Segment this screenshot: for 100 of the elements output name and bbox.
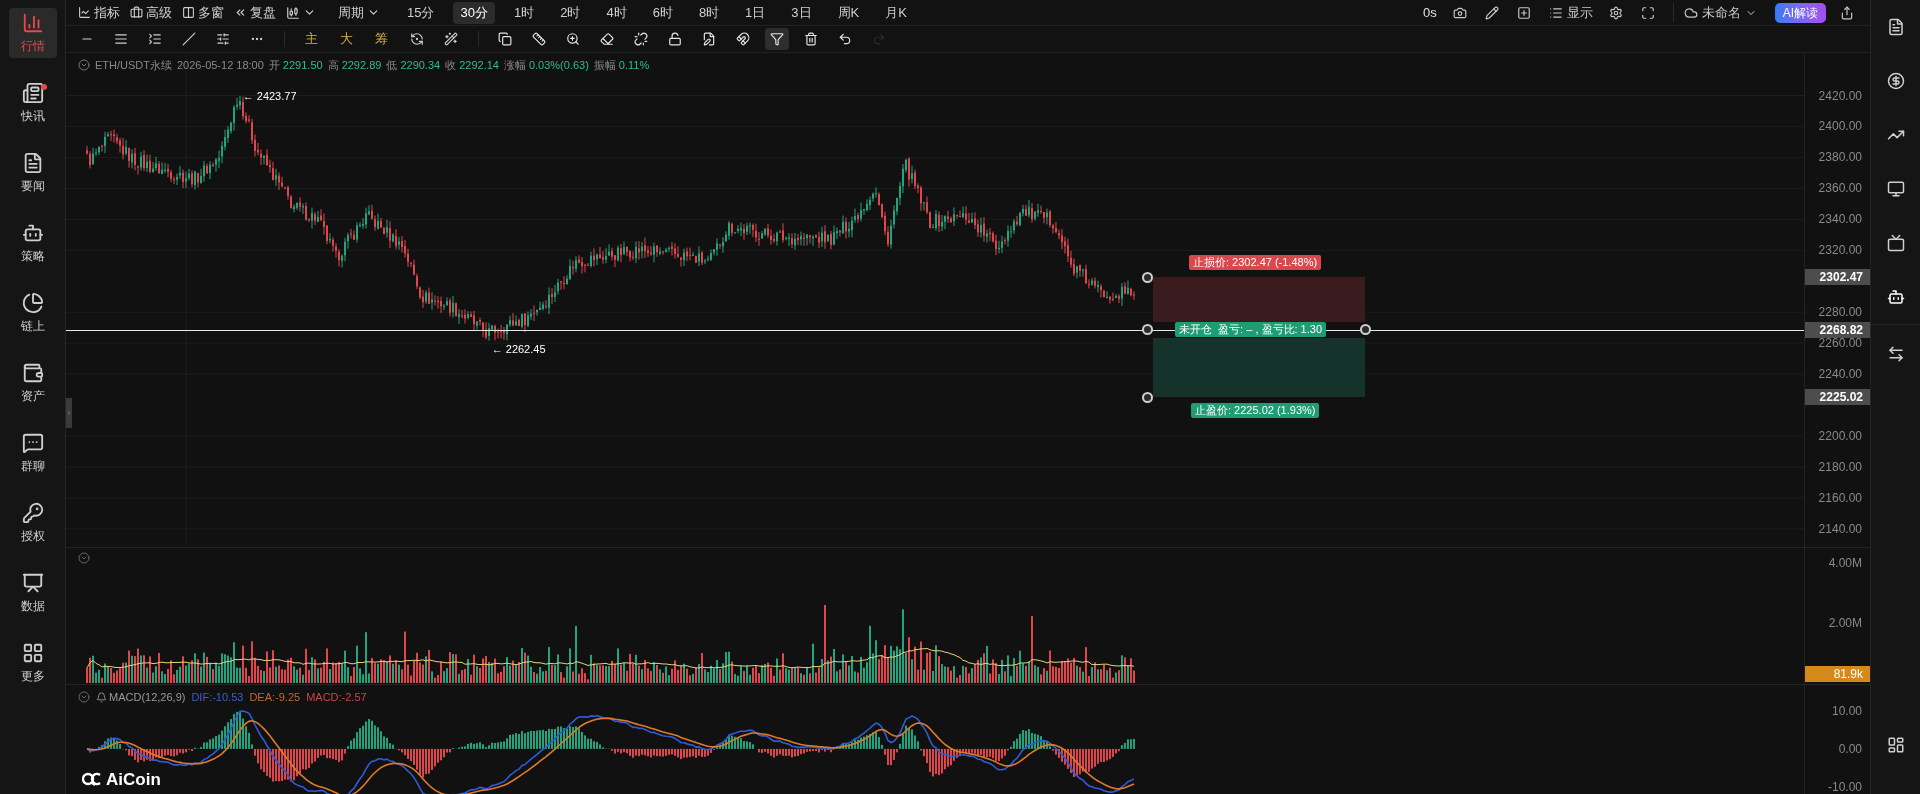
- presentation-icon: [21, 571, 44, 594]
- collapse-icon[interactable]: [78, 691, 90, 704]
- interval-tab[interactable]: 8时: [691, 1, 727, 24]
- share-icon[interactable]: [1840, 5, 1854, 20]
- volume-axis-label: 2.00M: [1828, 616, 1862, 630]
- ohlc-value: 0.03%(0.63): [528, 58, 589, 73]
- interval-tab[interactable]: 月K: [878, 1, 914, 24]
- ohlc-value: 2291.50: [282, 58, 323, 73]
- indicator-toggle[interactable]: 筹: [375, 29, 388, 49]
- entry-price-line[interactable]: [66, 329, 1804, 331]
- diagonal-line-icon[interactable]: [182, 32, 196, 46]
- interval-tab[interactable]: 4时: [599, 1, 634, 24]
- price-axis-label: 2360.00: [1818, 181, 1862, 196]
- stop-loss-label: 止损价: 2302.47 (-1.48%): [1189, 255, 1322, 271]
- drag-handle[interactable]: [1359, 324, 1371, 335]
- interval-tab[interactable]: 1时: [506, 1, 542, 24]
- display-button[interactable]: 显示: [1548, 2, 1593, 23]
- grid-icon: [21, 641, 44, 664]
- robot-icon[interactable]: [1886, 288, 1905, 306]
- interval-tab[interactable]: 周K: [830, 1, 867, 24]
- sidebar-item[interactable]: 资产: [8, 358, 57, 408]
- macd-value: MACD:-2.57: [306, 690, 367, 705]
- ohlc-label: 收: [445, 58, 457, 73]
- copy-icon: [498, 32, 512, 46]
- ohlc-label: 高: [327, 58, 339, 73]
- ohlc-label: 低: [386, 58, 398, 73]
- sidebar-item[interactable]: 行情: [8, 8, 57, 58]
- collapse-icon[interactable]: [78, 552, 90, 564]
- sidebar-item[interactable]: 快讯: [8, 78, 57, 128]
- sidebar-item[interactable]: 授权: [8, 498, 57, 548]
- price-axis-label: 2280.00: [1818, 305, 1862, 320]
- menu-button[interactable]: 多窗: [182, 2, 224, 23]
- drag-handle[interactable]: [1141, 271, 1153, 283]
- wand-icon[interactable]: [444, 32, 458, 46]
- chart-type-dropdown[interactable]: [286, 5, 316, 20]
- briefcase-icon: [130, 6, 143, 19]
- list-icon[interactable]: [148, 32, 162, 46]
- unlink-icon: [634, 32, 648, 46]
- settings-icon[interactable]: [1608, 5, 1623, 20]
- layout-icon[interactable]: [1886, 736, 1905, 754]
- ohlc-label: 涨幅: [503, 58, 526, 73]
- menu-button[interactable]: 指标: [78, 2, 120, 23]
- add-square-icon[interactable]: [1516, 5, 1531, 20]
- take-profit-label: 止盈价: 2225.02 (1.93%): [1191, 403, 1320, 419]
- document-icon[interactable]: [1886, 18, 1905, 36]
- wallet-icon: [21, 361, 44, 384]
- bell-icon[interactable]: [96, 691, 107, 703]
- interval-tab[interactable]: 3日: [784, 1, 819, 24]
- menu-button[interactable]: 高级: [130, 2, 172, 23]
- refresh-square-icon[interactable]: [410, 32, 424, 46]
- collapse-icon[interactable]: [78, 59, 90, 72]
- drag-handle[interactable]: [1141, 391, 1153, 403]
- menu-button[interactable]: 复盘: [234, 2, 276, 23]
- price-axis-label: 2180.00: [1818, 460, 1862, 474]
- price-axis-label: 2240.00: [1818, 367, 1862, 382]
- price-tag: 2225.02: [1805, 389, 1870, 406]
- macd-axis-label: 0.00: [1838, 742, 1862, 756]
- ai-button[interactable]: AI解读: [1774, 2, 1826, 23]
- volume-tag: 81.9k: [1805, 666, 1870, 682]
- dollar-icon[interactable]: [1886, 72, 1905, 90]
- interval-tab[interactable]: 30分: [453, 1, 495, 24]
- dea-value: DEA:-9.25: [249, 690, 301, 705]
- screen-icon[interactable]: [1886, 234, 1905, 252]
- fullscreen-icon[interactable]: [1640, 5, 1655, 20]
- camera-icon[interactable]: [1452, 5, 1467, 20]
- high-price-label: ← 2423.77: [242, 89, 297, 105]
- indicator-toggle[interactable]: 大: [340, 29, 353, 49]
- interval-tab[interactable]: 6时: [645, 1, 680, 24]
- time-label: 2026-05-12 18:00: [177, 58, 264, 73]
- price-tag: 2268.82: [1805, 321, 1870, 338]
- macd-axis-label: -10.00: [1827, 780, 1862, 794]
- chat-icon: [21, 431, 44, 454]
- interval-tab[interactable]: 15分: [400, 1, 442, 24]
- filter-tool[interactable]: [765, 28, 789, 50]
- swap-icon[interactable]: [1886, 345, 1905, 363]
- sidebar-item[interactable]: 要闻: [8, 148, 57, 198]
- sidebar-item[interactable]: 更多: [8, 638, 57, 688]
- lines-icon[interactable]: [114, 32, 128, 46]
- sidebar-item[interactable]: 策略: [8, 218, 57, 268]
- ohlc-value: 2292.89: [341, 58, 382, 73]
- interval-tab[interactable]: 1日: [738, 1, 773, 24]
- expand-handle[interactable]: [66, 398, 72, 428]
- period-dropdown[interactable]: 周期: [338, 2, 380, 23]
- pencil-icon[interactable]: [1484, 5, 1499, 20]
- price-axis-label: 2260.00: [1818, 336, 1862, 351]
- sidebar-item[interactable]: 数据: [8, 568, 57, 618]
- sliders-icon[interactable]: [216, 32, 230, 46]
- eraser-icon: [600, 32, 614, 46]
- indicator-toggle[interactable]: 主: [305, 29, 318, 49]
- layout-dropdown[interactable]: 未命名: [1672, 2, 1757, 23]
- sidebar-item[interactable]: 链上: [8, 288, 57, 338]
- logo-icon: [82, 772, 102, 787]
- volume-axis-label: 4.00M: [1828, 556, 1862, 570]
- drag-handle[interactable]: [1141, 324, 1153, 335]
- price-axis-label: 2140.00: [1818, 521, 1862, 536]
- sidebar-item[interactable]: 群聊: [8, 428, 57, 478]
- monitor-icon[interactable]: [1886, 180, 1905, 198]
- filter-icon: [770, 32, 784, 46]
- list-icon: [1548, 5, 1563, 20]
- interval-tab[interactable]: 2时: [553, 1, 588, 24]
